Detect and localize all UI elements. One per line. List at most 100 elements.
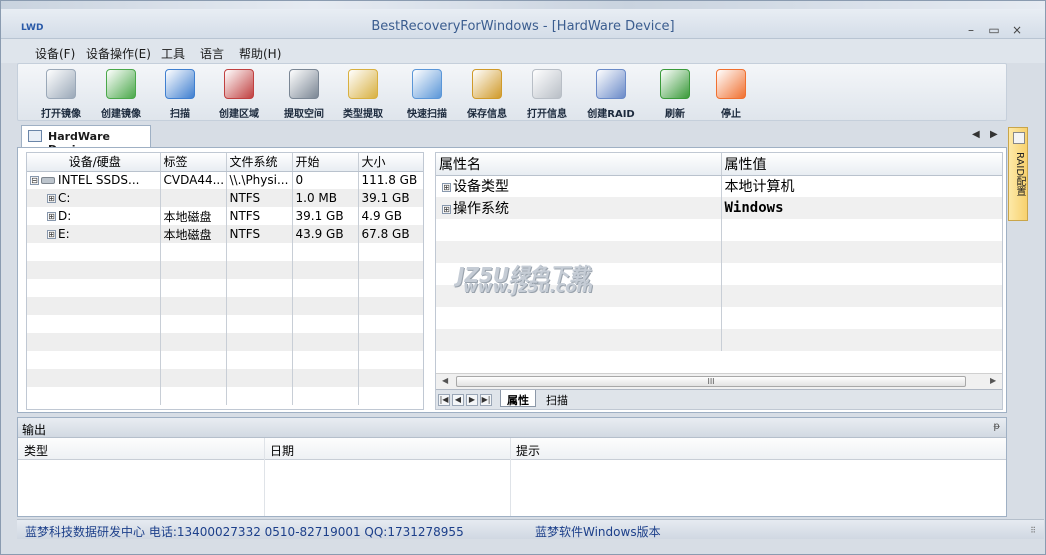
toolbar-button-label: 打开信息 xyxy=(527,109,567,120)
disk-extract-icon xyxy=(289,69,319,99)
expand-icon[interactable]: ⊞ xyxy=(47,212,56,221)
tab-prev-arrow[interactable]: ◀ xyxy=(972,129,980,140)
column-start[interactable]: 开始 xyxy=(292,153,359,172)
scroll-left-arrow[interactable]: ◀ xyxy=(442,376,448,385)
resize-grip-icon[interactable]: ⠿ xyxy=(1030,526,1036,535)
toolbar-button-label: 快速扫描 xyxy=(407,109,447,120)
pin-icon[interactable]: ᵽ xyxy=(993,421,1000,432)
restore-button[interactable]: ▭ xyxy=(986,23,1002,37)
region-icon xyxy=(224,69,254,99)
toolbar-button[interactable]: 快速扫描 xyxy=(398,67,456,120)
partition-size: 67.8 GB xyxy=(358,225,423,243)
fast-scan-icon xyxy=(412,69,442,99)
empty-row xyxy=(436,307,1002,329)
collapse-icon[interactable]: ⊟ xyxy=(30,176,39,186)
expand-icon[interactable]: ⊞ xyxy=(47,194,56,203)
expand-icon[interactable]: ⊞ xyxy=(442,204,451,214)
toolbar-button-label: 创建区域 xyxy=(219,109,259,120)
taskbar-strip xyxy=(1,1,1045,9)
monitor-icon xyxy=(106,69,136,99)
expand-icon[interactable]: ⊞ xyxy=(442,182,451,192)
sheet-last-button[interactable]: ▶| xyxy=(480,394,492,406)
output-header: 输出 ᵽ xyxy=(18,418,1006,438)
menu-bar: 设备(F) 设备操作(E) 工具 语言 帮助(H) xyxy=(1,39,1045,63)
close-button[interactable]: × xyxy=(1009,23,1025,37)
toolbar-button[interactable]: 创建区域 xyxy=(210,67,268,120)
table-row[interactable]: ⊞ C: NTFS 1.0 MB 39.1 GB xyxy=(27,189,423,207)
empty-row xyxy=(436,329,1002,351)
menu-help[interactable]: 帮助(H) xyxy=(239,45,281,62)
stop-icon xyxy=(716,69,746,99)
empty-row xyxy=(27,351,423,369)
menu-device-ops[interactable]: 设备操作(E) xyxy=(86,45,151,62)
toolbar-button[interactable]: 提取空间 xyxy=(275,67,333,120)
empty-row xyxy=(27,261,423,279)
tab-scan[interactable]: 扫描 xyxy=(540,390,574,407)
toolbar-button-label: 创建镜像 xyxy=(101,109,141,120)
status-bar: 蓝梦科技数据研发中心 电话:13400027332 0510-82719001 … xyxy=(17,519,1044,539)
eraser-icon xyxy=(532,69,562,99)
column-device[interactable]: 设备/硬盘 xyxy=(27,153,161,172)
table-row[interactable]: ⊟ INTEL SSDS... CVDA44... \\.\Physi... 0 … xyxy=(27,171,423,189)
toolbar-button-label: 类型提取 xyxy=(343,109,383,120)
sheet-prev-button[interactable]: ◀ xyxy=(452,394,464,406)
side-tab-label: RAID配置 xyxy=(1014,152,1025,197)
table-row[interactable]: ⊞ D: 本地磁盘 NTFS 39.1 GB 4.9 GB xyxy=(27,207,423,225)
document-tab-strip: HardWare Device ◀ ▶ xyxy=(17,125,1007,156)
sheet-tab-bar: |◀ ◀ ▶ ▶| 属性 扫描 xyxy=(436,389,1002,409)
toolbar-button[interactable]: 创建镜像 xyxy=(92,67,150,120)
column-date[interactable]: 日期 xyxy=(270,442,294,459)
column-property-value[interactable]: 属性值 xyxy=(721,153,1002,176)
toolbar-button[interactable]: 创建RAID xyxy=(582,67,640,120)
tab-hardware-device[interactable]: HardWare Device xyxy=(21,125,151,156)
property-table: 属性名 属性值 ⊞ 设备类型 本地计算机 ⊞ 操作系统 Windows xyxy=(436,153,1002,351)
toolbar-button-label: 停止 xyxy=(721,109,741,120)
empty-row xyxy=(27,297,423,315)
sheet-next-button[interactable]: ▶ xyxy=(466,394,478,406)
partition-name: C: xyxy=(58,191,71,205)
partition-size: 39.1 GB xyxy=(358,189,423,207)
toolbar-button[interactable]: 打开镜像 xyxy=(32,67,90,120)
toolbar-button[interactable]: 打开信息 xyxy=(518,67,576,120)
minimize-button[interactable]: – xyxy=(963,23,979,37)
menu-device[interactable]: 设备(F) xyxy=(35,45,75,62)
column-filesystem[interactable]: 文件系统 xyxy=(226,153,293,172)
column-type[interactable]: 类型 xyxy=(24,442,48,459)
tab-next-arrow[interactable]: ▶ xyxy=(990,129,998,140)
column-hint[interactable]: 提示 xyxy=(516,442,540,459)
pen-paper-icon xyxy=(348,69,378,99)
scroll-thumb[interactable]: III xyxy=(456,376,966,387)
menu-language[interactable]: 语言 xyxy=(200,45,224,62)
table-row[interactable]: ⊞ 设备类型 本地计算机 xyxy=(436,175,1002,197)
toolbar-button[interactable]: 保存信息 xyxy=(458,67,516,120)
status-version: 蓝梦软件Windows版本 xyxy=(535,525,661,539)
tab-properties[interactable]: 属性 xyxy=(500,390,536,407)
menu-tools[interactable]: 工具 xyxy=(161,45,185,62)
empty-row xyxy=(27,387,423,405)
raid-config-side-tab[interactable]: RAID配置 xyxy=(1008,127,1028,221)
toolbar-button[interactable]: 扫描 xyxy=(151,67,209,120)
horizontal-scrollbar[interactable]: ◀ III ▶ xyxy=(436,373,1002,389)
table-row[interactable]: ⊞ 操作系统 Windows xyxy=(436,197,1002,219)
output-panel: 输出 ᵽ 类型 日期 提示 xyxy=(17,417,1007,517)
device-start: 0 xyxy=(292,171,359,189)
property-value: Windows xyxy=(721,197,1002,219)
toolbar-button[interactable]: 停止 xyxy=(702,67,760,120)
partition-start: 43.9 GB xyxy=(292,225,359,243)
table-row[interactable]: ⊞ E: 本地磁盘 NTFS 43.9 GB 67.8 GB xyxy=(27,225,423,243)
column-label[interactable]: 标签 xyxy=(160,153,227,172)
sheet-first-button[interactable]: |◀ xyxy=(438,394,450,406)
toolbar-button[interactable]: 刷新 xyxy=(646,67,704,120)
column-property-name[interactable]: 属性名 xyxy=(436,153,722,176)
property-name: 操作系统 xyxy=(453,201,509,217)
toolbar-button[interactable]: 类型提取 xyxy=(334,67,392,120)
column-divider xyxy=(264,438,265,516)
raid-config-icon xyxy=(1013,132,1025,144)
column-size[interactable]: 大小 xyxy=(358,153,423,172)
column-divider xyxy=(510,438,511,516)
expand-icon[interactable]: ⊞ xyxy=(47,230,56,239)
partition-start: 39.1 GB xyxy=(292,207,359,225)
scroll-right-arrow[interactable]: ▶ xyxy=(990,376,996,385)
device-list-pane: 设备/硬盘 标签 文件系统 开始 大小 ⊟ INTEL SSDS... CVDA4… xyxy=(26,152,424,410)
device-filesystem: \\.\Physi... xyxy=(226,171,293,189)
